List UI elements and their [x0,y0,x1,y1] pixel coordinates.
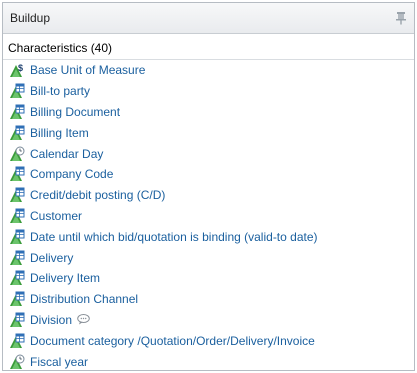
characteristic-label[interactable]: Calendar Day [30,147,103,161]
characteristic-item[interactable]: Delivery Item [3,268,414,289]
dimension-table-icon [9,291,25,307]
characteristic-item[interactable]: Credit/debit posting (C/D) [3,185,414,206]
characteristic-label[interactable]: Customer [30,209,82,223]
characteristic-item[interactable]: Delivery [3,247,414,268]
dimension-table-icon [9,104,25,120]
characteristic-item[interactable]: Calendar Day [3,143,414,164]
characteristics-list: $ Base Unit of Measure Bill-to party Billin… [3,60,414,370]
buildup-panel: Buildup Characteristics (40) $ Base Unit … [2,2,415,371]
dimension-table-icon [9,270,25,286]
dimension-table-icon [9,208,25,224]
characteristic-item[interactable]: Customer [3,206,414,227]
characteristic-label[interactable]: Billing Document [30,105,120,119]
characteristic-label[interactable]: Billing Item [30,126,89,140]
characteristic-label[interactable]: Distribution Channel [30,292,138,306]
characteristic-label[interactable]: Document category /Quotation/Order/Deliv… [30,334,315,348]
panel-title: Buildup [10,11,51,25]
time-dimension-icon [9,354,25,370]
characteristic-label[interactable]: Fiscal year [30,355,88,369]
characteristic-label[interactable]: Credit/debit posting (C/D) [30,188,165,202]
characteristics-section-header[interactable]: Characteristics (40) [3,36,414,60]
characteristic-label[interactable]: Delivery [30,251,73,265]
characteristic-item[interactable]: $ Base Unit of Measure [3,60,414,81]
characteristic-item[interactable]: Bill-to party [3,81,414,102]
characteristic-label[interactable]: Company Code [30,167,113,181]
dimension-table-icon [9,333,25,349]
dimension-table-icon [9,166,25,182]
characteristic-item[interactable]: Billing Document [3,102,414,123]
dimension-table-icon [9,187,25,203]
characteristic-item[interactable]: Date until which bid/quotation is bindin… [3,226,414,247]
dimension-table-icon [9,125,25,141]
characteristic-item[interactable]: Division [3,310,414,331]
characteristic-item[interactable]: Company Code [3,164,414,185]
characteristics-count-label: Characteristics (40) [8,40,113,55]
panel-header: Buildup [3,3,414,34]
characteristic-label[interactable]: Bill-to party [30,84,90,98]
characteristic-label[interactable]: Date until which bid/quotation is bindin… [30,230,318,244]
characteristic-label[interactable]: Base Unit of Measure [30,63,145,77]
dimension-table-icon [9,229,25,245]
pin-icon[interactable] [395,11,407,25]
characteristic-item[interactable]: Document category /Quotation/Order/Deliv… [3,330,414,351]
comment-icon[interactable] [77,314,90,325]
dimension-table-icon [9,250,25,266]
dimension-table-icon [9,83,25,99]
characteristic-label[interactable]: Delivery Item [30,271,100,285]
characteristic-item[interactable]: Billing Item [3,122,414,143]
characteristic-item[interactable]: Fiscal year [3,351,414,370]
svg-text:$: $ [18,63,23,73]
time-dimension-icon [9,146,25,162]
characteristic-item[interactable]: Distribution Channel [3,289,414,310]
characteristic-label[interactable]: Division [30,313,72,327]
unit-dimension-icon: $ [9,62,25,78]
dimension-table-icon [9,312,25,328]
